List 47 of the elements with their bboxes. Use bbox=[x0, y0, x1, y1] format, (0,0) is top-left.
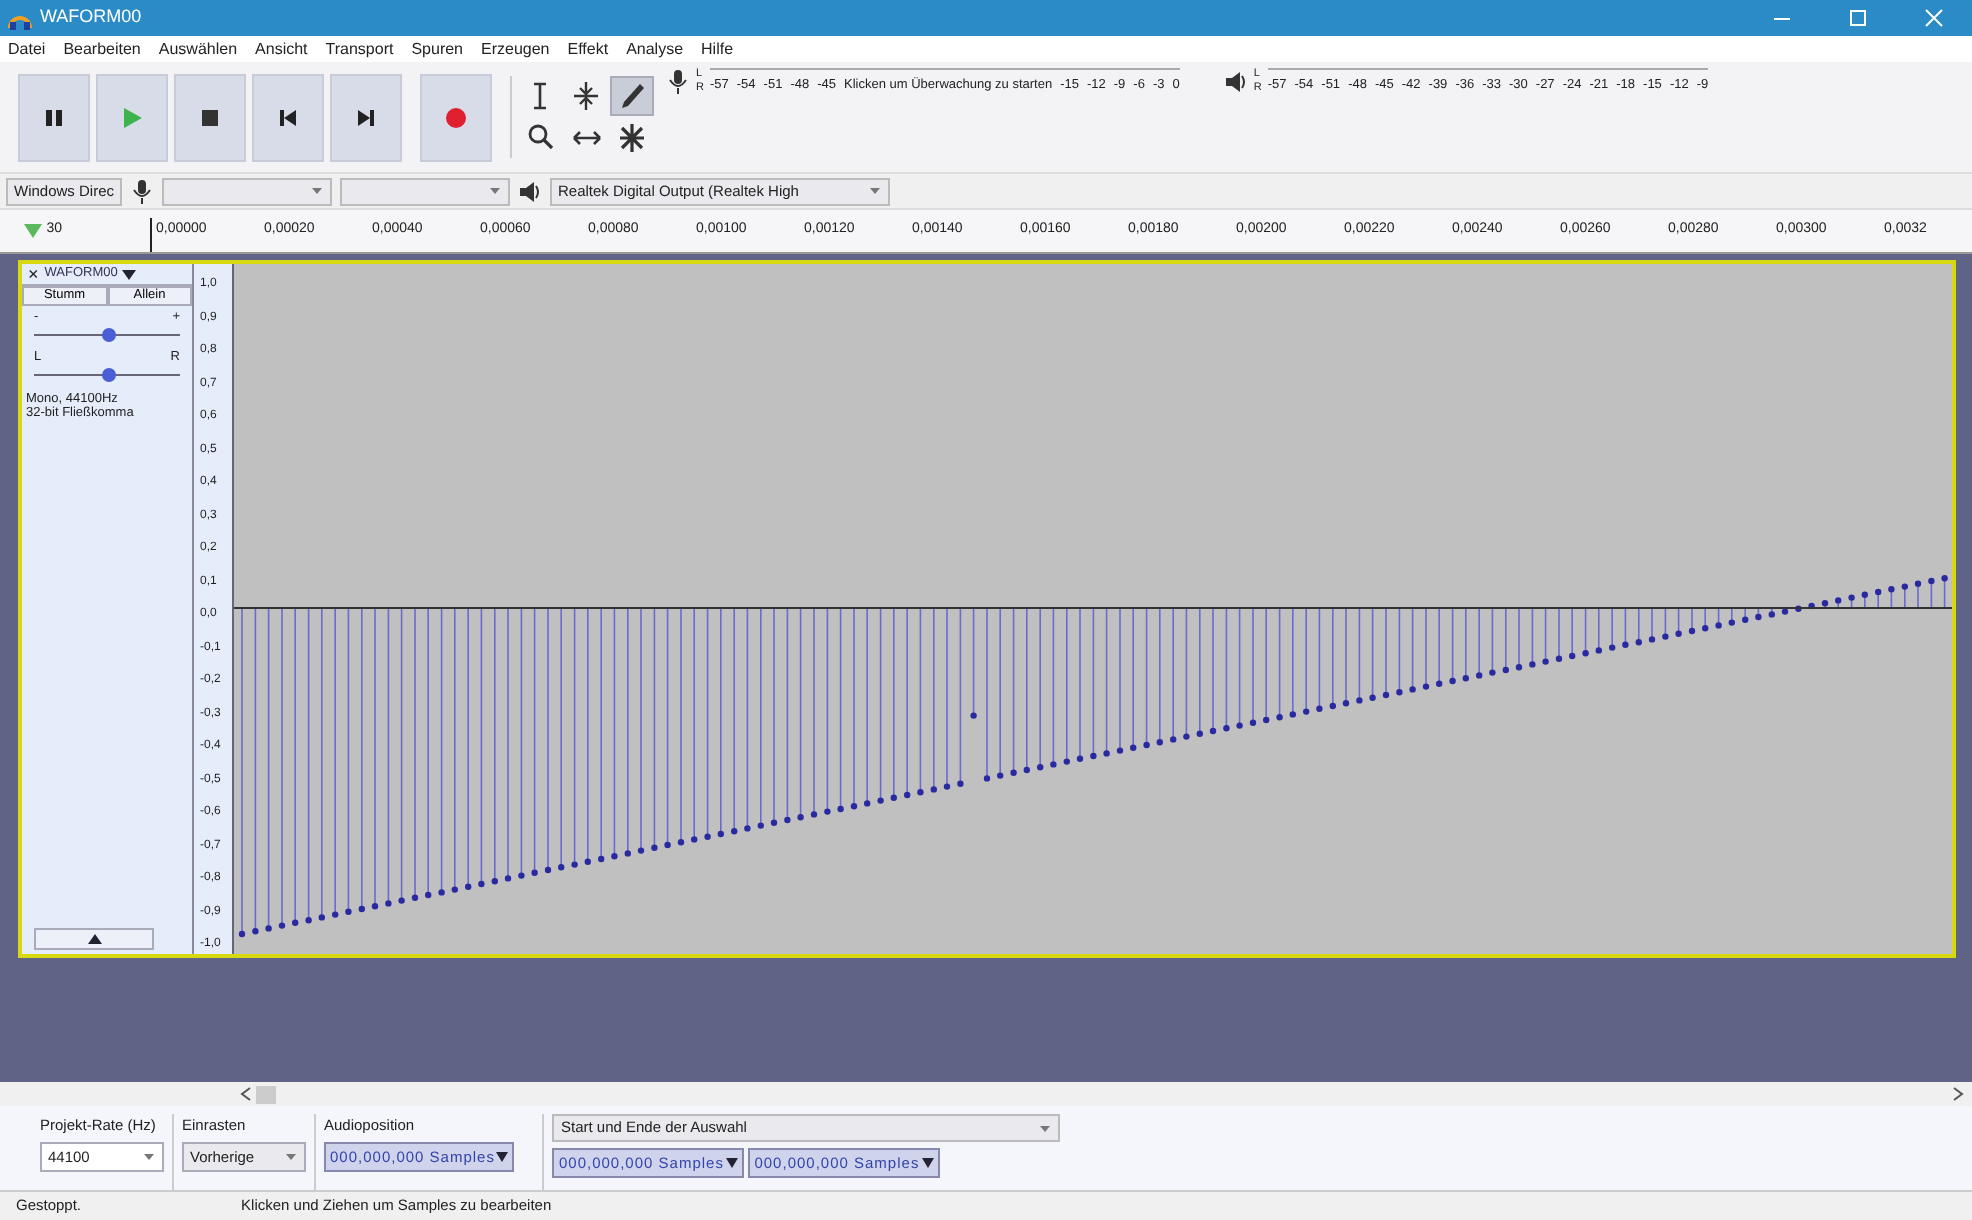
menu-item[interactable]: Ansicht bbox=[255, 37, 308, 61]
dropdown-arrow-icon bbox=[121, 269, 136, 279]
collapse-track-button[interactable] bbox=[34, 928, 154, 950]
menu-item[interactable]: Erzeugen bbox=[481, 37, 550, 61]
window-title: WAFORM00 bbox=[40, 4, 142, 31]
dropdown-arrow-icon bbox=[496, 1152, 509, 1163]
scroll-right-icon[interactable] bbox=[1952, 1086, 1964, 1102]
stop-button[interactable] bbox=[174, 73, 246, 161]
skip-end-button[interactable] bbox=[330, 73, 402, 161]
menu-item[interactable]: Hilfe bbox=[701, 37, 734, 61]
asterisk-icon bbox=[615, 120, 649, 156]
record-button[interactable] bbox=[420, 73, 492, 161]
envelope-tool-icon bbox=[569, 78, 603, 114]
play-head-icon bbox=[24, 222, 42, 240]
caret-icon bbox=[1038, 1123, 1053, 1133]
menu-item[interactable]: Bearbeiten bbox=[63, 37, 141, 61]
speaker-icon bbox=[518, 177, 542, 205]
dropdown-arrow-icon bbox=[725, 1158, 738, 1168]
playback-cursor bbox=[150, 218, 152, 252]
caret-icon bbox=[142, 1152, 156, 1163]
pause-button[interactable] bbox=[18, 73, 90, 161]
tool-button[interactable] bbox=[610, 76, 654, 116]
menu-item[interactable]: Spuren bbox=[411, 37, 463, 61]
close-track-button[interactable]: × bbox=[22, 265, 45, 283]
speaker-icon bbox=[1223, 68, 1248, 96]
menu-item[interactable]: Auswählen bbox=[158, 37, 238, 61]
scrollbar-thumb[interactable] bbox=[256, 1085, 277, 1103]
caret-icon bbox=[310, 186, 324, 196]
pan-slider-thumb[interactable] bbox=[101, 368, 115, 382]
caret-icon bbox=[284, 1152, 298, 1163]
caret-icon bbox=[488, 186, 502, 196]
close-icon[interactable] bbox=[1924, 8, 1944, 28]
microphone-icon bbox=[666, 68, 690, 96]
menu-item[interactable]: Datei bbox=[8, 37, 46, 61]
scroll-left-icon[interactable] bbox=[240, 1086, 252, 1102]
skip-start-button[interactable] bbox=[252, 73, 324, 161]
menu-item[interactable]: Effekt bbox=[567, 37, 609, 61]
record-icon bbox=[442, 103, 470, 131]
maximize-icon[interactable] bbox=[1848, 8, 1868, 28]
microphone-icon bbox=[130, 177, 154, 205]
menu-item[interactable]: Transport bbox=[325, 37, 394, 61]
caret-icon bbox=[868, 186, 882, 196]
menu-item[interactable]: Analyse bbox=[626, 37, 684, 61]
up-arrow-icon bbox=[87, 934, 101, 944]
play-icon bbox=[118, 103, 146, 131]
gain-slider-thumb[interactable] bbox=[101, 328, 115, 342]
dropdown-arrow-icon bbox=[921, 1158, 934, 1168]
